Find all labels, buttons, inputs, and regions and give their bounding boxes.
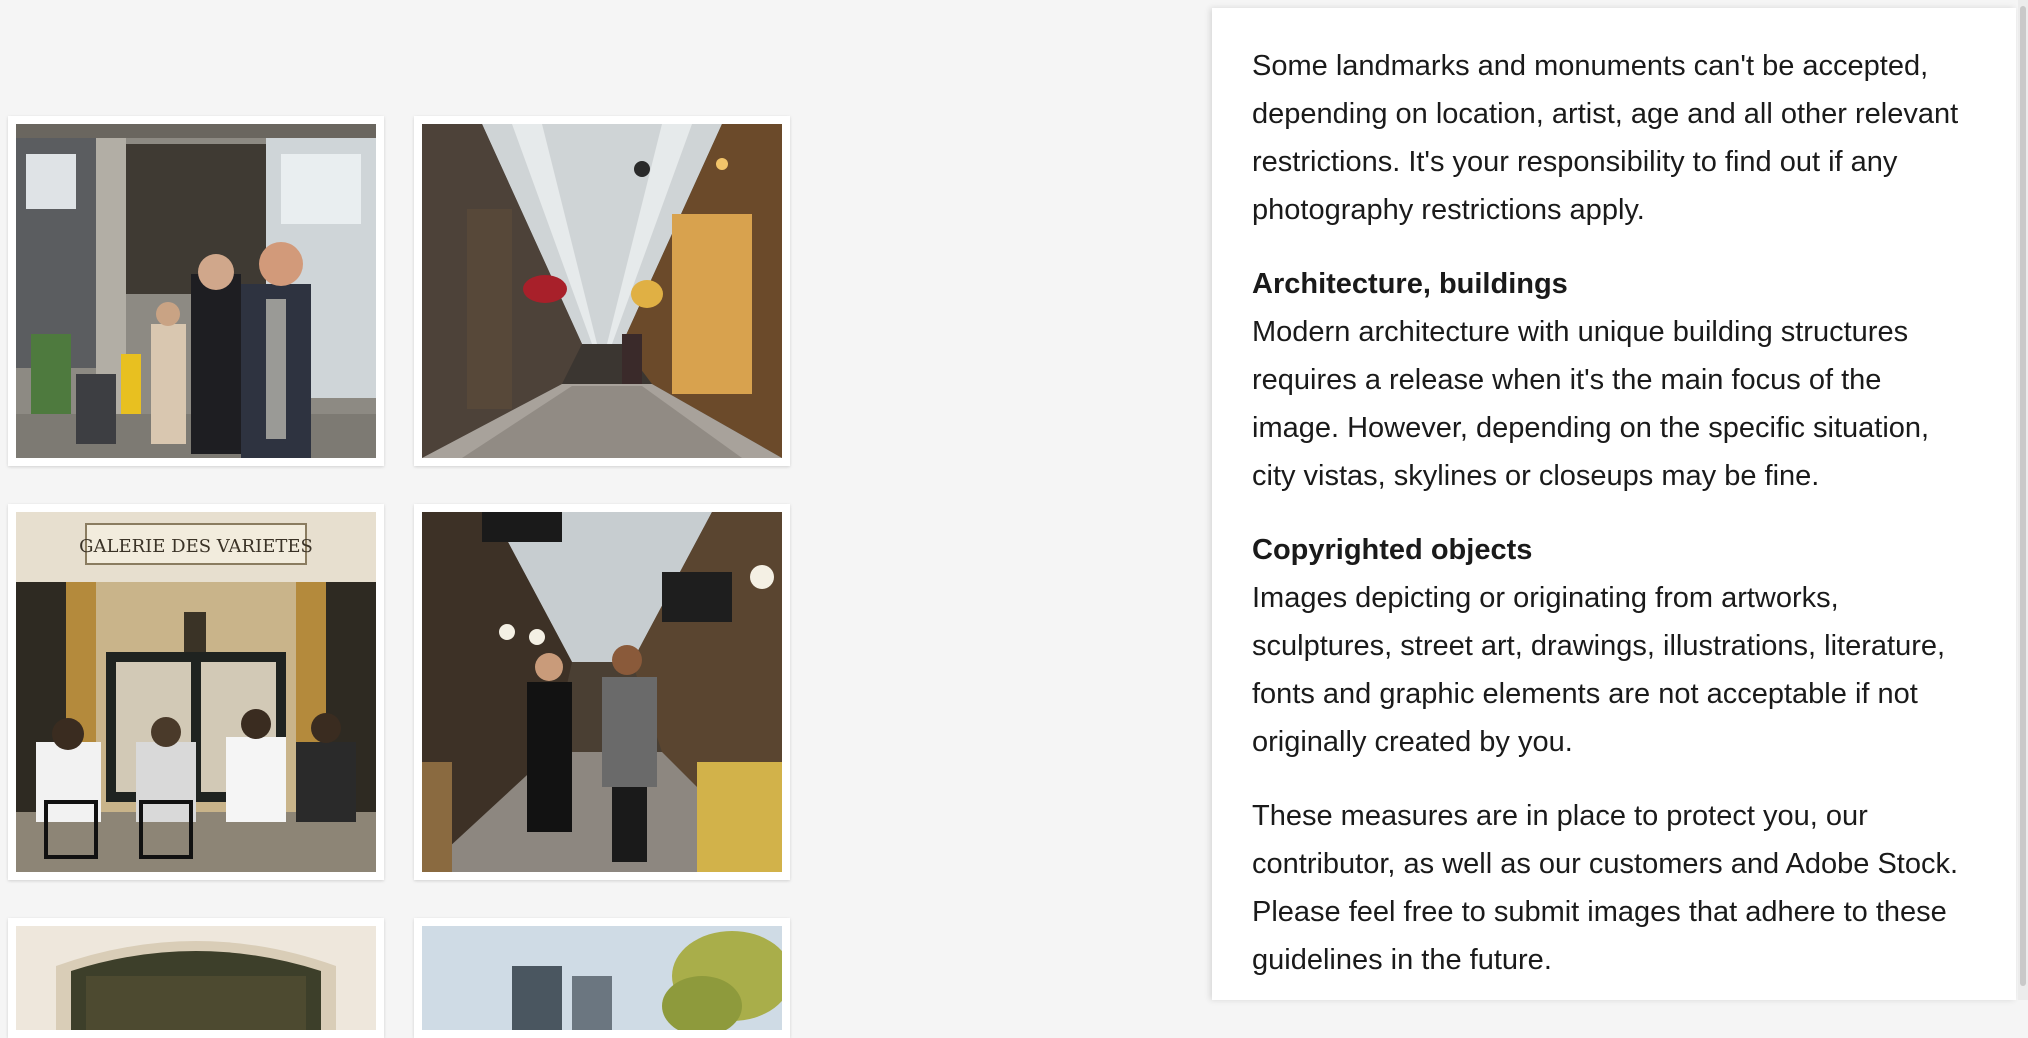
copyright-text: Images depicting or originating from art… xyxy=(1252,582,1946,758)
photo-ornate-doorway[interactable] xyxy=(16,926,376,1030)
scrollbar-thumb[interactable] xyxy=(2020,6,2026,986)
photo-covered-arcade-glass-roof[interactable] xyxy=(422,124,782,458)
copyright-section: Copyrighted objects Images depicting or … xyxy=(1252,526,1976,766)
architecture-text: Modern architecture with unique building… xyxy=(1252,316,1930,492)
architecture-section: Architecture, buildings Modern architect… xyxy=(1252,260,1976,500)
guidelines-panel: Some landmarks and monuments can't be ac… xyxy=(1212,8,2016,1000)
gallery-card[interactable] xyxy=(8,918,384,1038)
closing-paragraph: These measures are in place to protect y… xyxy=(1252,800,1959,976)
image-gallery: GALERIE DES VARIETES xyxy=(0,0,1200,1038)
page-scrollbar[interactable] xyxy=(2018,0,2028,1000)
intro-paragraph: Some landmarks and monuments can't be ac… xyxy=(1252,50,1959,226)
photo-arcade-two-men-walking[interactable] xyxy=(422,512,782,872)
photo-street-sky-trees[interactable] xyxy=(422,926,782,1030)
gallery-card[interactable] xyxy=(414,504,790,880)
gallery-card[interactable] xyxy=(8,116,384,466)
galerie-sign-text: GALERIE DES VARIETES xyxy=(79,536,313,557)
photo-passage-entrance-couple[interactable] xyxy=(16,124,376,458)
photo-galerie-des-varietes-cafe[interactable]: GALERIE DES VARIETES xyxy=(16,512,376,872)
architecture-heading: Architecture, buildings xyxy=(1252,268,1568,300)
copyright-heading: Copyrighted objects xyxy=(1252,534,1533,566)
gallery-card[interactable] xyxy=(414,116,790,466)
gallery-card[interactable] xyxy=(414,918,790,1038)
gallery-card[interactable]: GALERIE DES VARIETES xyxy=(8,504,384,880)
